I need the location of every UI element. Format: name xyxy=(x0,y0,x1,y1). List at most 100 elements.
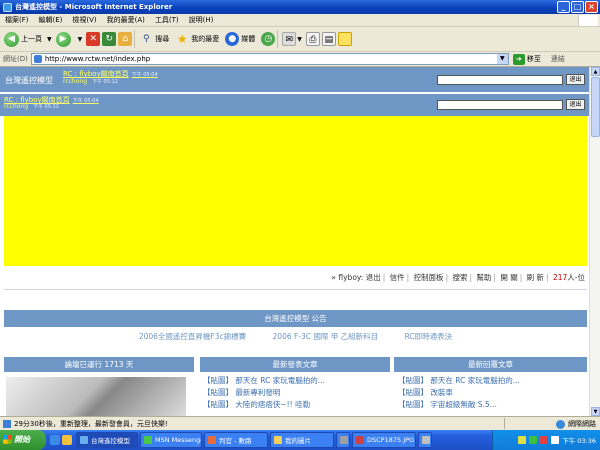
media-button[interactable]: ● 媒體 xyxy=(225,32,255,46)
explorer-quicklaunch-icon[interactable] xyxy=(62,435,72,445)
favorites-button[interactable]: ★ 我的最愛 xyxy=(175,32,219,46)
edit-icon[interactable]: ▤ xyxy=(321,32,336,46)
close-button[interactable]: × xyxy=(585,1,598,13)
tray-icon[interactable] xyxy=(540,436,549,444)
userbar-help-link[interactable]: 幫助 xyxy=(476,273,491,282)
task-msn[interactable]: MSN Messenger xyxy=(140,432,202,448)
task-misc-2[interactable] xyxy=(418,432,432,448)
header-user-name[interactable]: rcchong xyxy=(63,78,87,85)
forward-dropdown-icon[interactable]: ▼ xyxy=(78,36,83,43)
announcement-item[interactable]: 2006全國遙控直昇機F3c錦標賽 xyxy=(139,332,246,341)
refresh-icon[interactable]: ↻ xyxy=(102,32,117,46)
list-item[interactable]: 【貼圖】 宇宙超級無敵 S.5... xyxy=(398,399,520,411)
taskbar: 開始 台灣遙控模型 MSN Messenger 判官 - 數路 我的圖片 DSC… xyxy=(0,430,600,450)
tray-icon[interactable] xyxy=(529,436,538,444)
links-label[interactable]: 連結 xyxy=(551,54,565,64)
menu-favorites[interactable]: 我的最愛(A) xyxy=(102,15,150,25)
back-button[interactable]: ◀ 上一頁 xyxy=(4,31,42,47)
userbar-search-link[interactable]: 搜索 xyxy=(452,273,467,282)
userbar-refresh-link[interactable]: 刷 新 xyxy=(527,273,544,282)
search-icon: ⚲ xyxy=(142,34,150,44)
media-icon: ● xyxy=(225,32,240,46)
window-title: 台灣遙控模型 - Microsoft Internet Explorer xyxy=(15,3,173,11)
history-icon[interactable]: ◷ xyxy=(261,32,276,46)
menu-file[interactable]: 檔案(F) xyxy=(0,15,34,25)
system-tray: 下午 03:36 xyxy=(492,430,600,450)
home-icon[interactable]: ⌂ xyxy=(118,32,133,46)
quick-launch xyxy=(50,435,72,445)
header-search-input[interactable] xyxy=(437,75,563,85)
userbar-control-panel-link[interactable]: 控制面板 xyxy=(414,273,444,282)
announcement-item[interactable]: RC即時通表決 xyxy=(405,332,453,341)
user-bar: » flyboy: 退出 | 信件 | 控制面板 | 搜索 | 幫助 | 開 關 | 刷 新… xyxy=(331,273,585,282)
header2-time: 下午 05:04 xyxy=(72,98,99,104)
address-input[interactable]: http://www.rctw.net/index.php ▼ xyxy=(30,53,509,65)
task-pictures[interactable]: 我的圖片 xyxy=(270,432,334,448)
list-item[interactable]: 【貼圖】 最新專利發明 xyxy=(203,387,325,399)
announcement-item[interactable]: 2006 F-3C 國際 甲 乙組新科目 xyxy=(273,332,379,341)
task-label: 台灣遙控模型 xyxy=(91,437,130,445)
folder-task-icon xyxy=(274,436,282,444)
list-item[interactable]: 【貼圖】 那天在 RC 家玩電腦拍的... xyxy=(203,375,325,387)
task-judge[interactable]: 判官 - 數路 xyxy=(204,432,268,448)
latest-posts-list: 【貼圖】 那天在 RC 家玩電腦拍的... 【貼圖】 最新專利發明 【貼圖】 大… xyxy=(203,375,325,411)
site-title[interactable]: 台灣遙控模型 xyxy=(5,75,53,86)
status-divider xyxy=(504,418,505,429)
header-time: 下午 05:04 xyxy=(131,72,158,78)
forum-header: 台灣遙控模型 RC : flyboy關南首頁 下午 05:04 rcchong 下… xyxy=(0,67,589,92)
header-link-text[interactable]: RC : flyboy關南首頁 xyxy=(63,70,129,78)
forum-uptime-header: 論壇已運行 1713 天 xyxy=(4,357,194,372)
header2-search-input[interactable] xyxy=(437,100,563,110)
task-ie[interactable]: 台灣遙控模型 xyxy=(76,432,138,448)
search-button[interactable]: ⚲ 搜尋 xyxy=(139,32,169,46)
latest-replies-list: 【貼圖】 那天在 RC 家玩電腦拍的... 【貼圖】 改裝車 【貼圖】 宇宙超級… xyxy=(398,375,520,411)
vertical-scrollbar[interactable]: ▲ ▼ xyxy=(589,67,600,416)
header2-user-name[interactable]: rcchong xyxy=(4,103,28,110)
tray-icon[interactable] xyxy=(518,436,527,444)
print-icon[interactable]: ⎙ xyxy=(305,32,320,46)
userbar-messages-link[interactable]: 信件 xyxy=(390,273,405,282)
scroll-down-icon[interactable]: ▼ xyxy=(591,407,600,416)
logout-button-2[interactable]: 退出 xyxy=(566,99,585,110)
task-label: DSCP1875.JPG - xyxy=(367,436,416,444)
list-item[interactable]: 【貼圖】 改裝車 xyxy=(398,387,520,399)
userbar-username[interactable]: flyboy: xyxy=(338,273,363,282)
task-misc[interactable] xyxy=(336,432,350,448)
forum-photo[interactable] xyxy=(6,377,186,416)
minimize-button[interactable]: _ xyxy=(557,1,570,13)
menu-help[interactable]: 說明(H) xyxy=(184,15,219,25)
logout-button[interactable]: 退出 xyxy=(566,74,585,85)
list-item[interactable]: 【貼圖】 大陸的痞痞侠~!! 哇勒 xyxy=(203,399,325,411)
scroll-up-icon[interactable]: ▲ xyxy=(591,67,600,76)
mail-dropdown-icon[interactable]: ▼ xyxy=(297,36,302,43)
start-button[interactable]: 開始 xyxy=(0,430,46,450)
userbar-toggle-link[interactable]: 開 關 xyxy=(500,273,517,282)
maximize-button[interactable]: □ xyxy=(571,1,584,13)
go-button[interactable]: ➜ 移至 xyxy=(512,53,541,65)
scroll-thumb[interactable] xyxy=(591,77,600,137)
page-status-icon xyxy=(3,419,11,428)
back-label: 上一頁 xyxy=(21,35,42,43)
messenger-icon[interactable] xyxy=(337,32,352,46)
task-image[interactable]: DSCP1875.JPG - xyxy=(352,432,416,448)
back-dropdown-icon[interactable]: ▼ xyxy=(47,36,52,43)
address-dropdown-icon[interactable]: ▼ xyxy=(496,54,508,64)
menu-edit[interactable]: 編輯(E) xyxy=(34,15,68,25)
ie-quicklaunch-icon[interactable] xyxy=(50,435,60,445)
clock[interactable]: 下午 03:36 xyxy=(562,435,596,445)
menu-tools[interactable]: 工具(T) xyxy=(150,15,184,25)
app-task-icon xyxy=(340,436,348,444)
mail-icon[interactable]: ✉ xyxy=(282,32,297,46)
menu-view[interactable]: 檢視(V) xyxy=(67,15,101,25)
task-label: 判官 - 數路 xyxy=(219,437,252,445)
tray-icon[interactable] xyxy=(551,436,560,444)
announcement-list: 2006全國遙控直昇機F3c錦標賽 2006 F-3C 國際 甲 乙組新科目 R… xyxy=(4,331,587,342)
userbar-logout-link[interactable]: 退出 xyxy=(366,273,381,282)
back-arrow-icon: ◀ xyxy=(4,31,19,47)
toolbar-separator-2 xyxy=(277,30,279,48)
list-item[interactable]: 【貼圖】 那天在 RC 家玩電腦拍的... xyxy=(398,375,520,387)
header2-user: rcchong 下午 05:12 xyxy=(4,103,59,110)
forward-button[interactable]: ▶ xyxy=(55,31,73,47)
address-url[interactable]: http://www.rctw.net/index.php xyxy=(45,55,150,63)
stop-icon[interactable]: ✕ xyxy=(86,32,101,46)
